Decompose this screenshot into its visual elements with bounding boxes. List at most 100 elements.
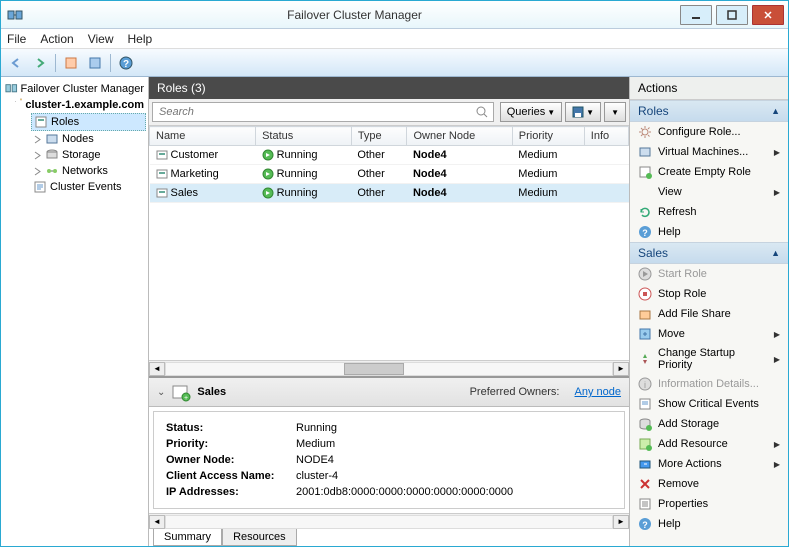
menu-view[interactable]: View [88,32,114,46]
horizontal-scrollbar[interactable]: ◄ ► [149,360,629,376]
tab-summary[interactable]: Summary [153,529,222,546]
expander-icon[interactable] [33,151,42,160]
preferred-owners-link[interactable]: Any node [575,386,621,398]
toolbar-btn-1[interactable] [60,52,82,74]
refresh-icon [638,205,652,219]
tree-root[interactable]: Failover Cluster Manager [3,81,146,97]
tab-resources[interactable]: Resources [222,529,297,546]
cluster-manager-icon [5,82,18,96]
toolbar-btn-2[interactable] [84,52,106,74]
running-icon [262,168,274,180]
submenu-icon: ▶ [774,355,780,364]
search-input[interactable] [152,102,494,122]
action-show-critical-events[interactable]: Show Critical Events [630,394,788,414]
minimize-button[interactable] [680,5,712,25]
scroll-right-icon[interactable]: ► [613,362,629,376]
column-headers[interactable]: Name Status Type Owner Node Priority Inf… [150,127,629,146]
title-bar: Failover Cluster Manager [1,1,788,29]
action-add-file-share[interactable]: Add File Share [630,304,788,324]
scroll-left-icon[interactable]: ◄ [149,362,165,376]
help-icon: ? [638,225,652,239]
action-move[interactable]: Move▶ [630,324,788,344]
roles-header: Roles (3) [149,77,629,99]
priority-value: Medium [296,438,335,450]
action-remove[interactable]: Remove [630,474,788,494]
action-help[interactable]: ?Help [630,222,788,242]
status-label: Status: [166,422,296,434]
expander-icon[interactable] [33,167,42,176]
save-query-button[interactable]: ▼ [565,102,601,122]
tree-cluster-events[interactable]: Cluster Events [31,179,146,195]
status-value: Running [296,422,337,434]
collapse-icon[interactable]: ⌄ [157,387,165,398]
table-row[interactable]: CustomerRunningOtherNode4Medium [150,146,629,165]
action-add-resource[interactable]: Add Resource▶ [630,434,788,454]
action-create-empty-role[interactable]: Create Empty Role [630,162,788,182]
info-icon: i [638,377,652,391]
menu-action[interactable]: Action [40,32,73,46]
expander-icon[interactable] [33,135,42,144]
props-icon [638,497,652,511]
action-help[interactable]: ?Help [630,514,788,534]
action-change-startup-priority[interactable]: Change Startup Priority▶ [630,344,788,374]
close-button[interactable] [752,5,784,25]
back-button[interactable] [5,52,27,74]
actions-header: Actions [630,77,788,100]
priority-icon [638,352,652,366]
role-icon [156,168,168,180]
tree-storage[interactable]: Storage [31,147,146,163]
detail-scrollbar[interactable]: ◄ ► [149,513,629,529]
start-icon [638,267,652,281]
move-icon [638,327,652,341]
app-icon [7,7,23,23]
col-name: Name [150,127,256,146]
queries-dropdown[interactable]: Queries ▼ [500,102,562,122]
submenu-icon: ▶ [774,188,780,197]
collapse-icon[interactable]: ▲ [771,106,780,116]
action-virtual-machines[interactable]: Virtual Machines...▶ [630,142,788,162]
action-stop-role[interactable]: Stop Role [630,284,788,304]
tree-networks[interactable]: Networks [31,163,146,179]
action-more-actions[interactable]: More Actions▶ [630,454,788,474]
col-status: Status [256,127,352,146]
priority-label: Priority: [166,438,296,450]
svg-text:?: ? [642,520,648,530]
col-priority: Priority [512,127,584,146]
table-row[interactable]: SalesRunningOtherNode4Medium [150,184,629,203]
role-icon [156,187,168,199]
menu-help[interactable]: Help [128,32,153,46]
tree-cluster[interactable]: cluster-1.example.com [13,97,146,113]
action-add-storage[interactable]: Add Storage [630,414,788,434]
collapse-icon[interactable]: ▲ [771,248,780,258]
action-view[interactable]: View▶ [630,182,788,202]
menu-file[interactable]: File [7,32,26,46]
resource-icon [638,437,652,451]
tree-nodes[interactable]: Nodes [31,131,146,147]
tree-roles[interactable]: Roles [31,113,146,131]
actions-selection-section[interactable]: Sales▲ [630,242,788,264]
roles-grid: Name Status Type Owner Node Priority Inf… [149,126,629,360]
scroll-left-icon[interactable]: ◄ [149,515,165,529]
expand-button[interactable]: ▼ [604,102,626,122]
action-configure-role[interactable]: Configure Role... [630,122,788,142]
toolbar: ? [1,49,788,77]
help-button[interactable]: ? [115,52,137,74]
events-icon [33,180,47,194]
ip-label: IP Addresses: [166,486,296,498]
action-properties[interactable]: Properties [630,494,788,514]
expander-icon[interactable] [15,101,17,110]
detail-body: Status:Running Priority:Medium Owner Nod… [153,411,625,509]
maximize-button[interactable] [716,5,748,25]
search-icon[interactable] [475,105,489,119]
table-row[interactable]: MarketingRunningOtherNode4Medium [150,165,629,184]
scroll-thumb[interactable] [344,363,404,375]
forward-button[interactable] [29,52,51,74]
cluster-icon [20,98,23,112]
submenu-icon: ▶ [774,148,780,157]
preferred-owners-label: Preferred Owners: [470,386,560,398]
scroll-right-icon[interactable]: ► [613,515,629,529]
action-refresh[interactable]: Refresh [630,202,788,222]
actions-roles-section[interactable]: Roles▲ [630,100,788,122]
stop-icon [638,287,652,301]
storage-icon [638,417,652,431]
